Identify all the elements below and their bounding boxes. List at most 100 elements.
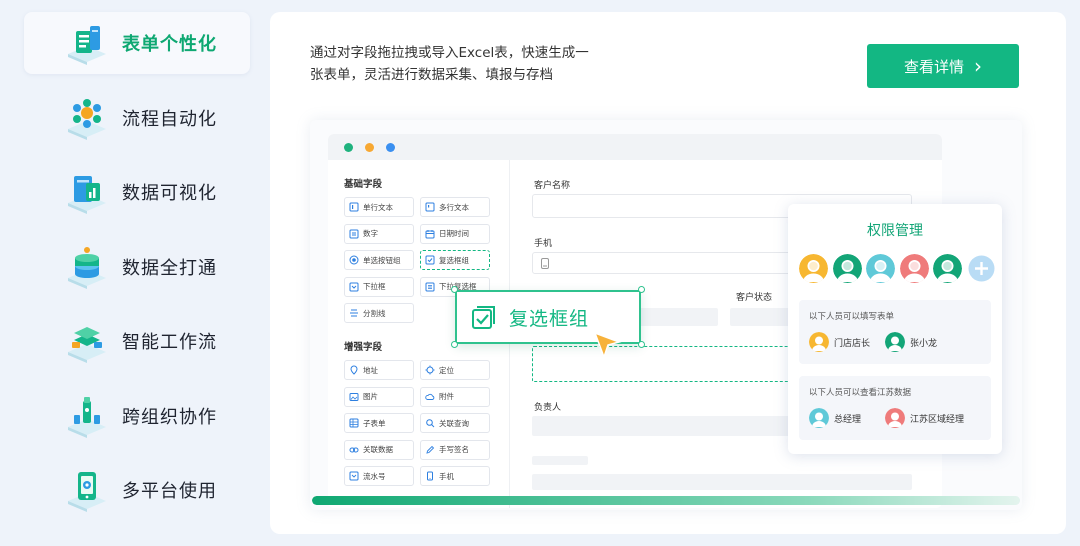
serial-icon [349,471,359,481]
link-search-icon [425,418,435,428]
avatar[interactable] [899,254,929,283]
avatar [809,408,829,428]
field-chip-single-line[interactable]: 单行文本 [344,197,414,217]
permission-panel: 权限管理 以下人员可以填写表单 门店店长 张小龙 以下人员可以查看江苏数据 总经… [788,204,1002,454]
chip-label: 定位 [439,365,454,375]
resize-handle[interactable] [638,341,645,348]
field-chip-attachment[interactable]: 附件 [420,386,490,407]
permission-group-fill: 以下人员可以填写表单 门店店长 张小龙 [799,300,991,364]
view-details-label: 查看详情 [903,57,964,76]
avatar[interactable] [933,254,962,283]
chip-label: 子表单 [363,418,386,428]
person-jiangsu-manager: 江苏区域经理 [885,408,964,428]
number-icon [349,229,359,239]
dropdown-icon [349,282,359,292]
location-pin-icon [349,365,359,375]
person-name: 张小龙 [910,338,938,349]
field-chip-address[interactable]: 地址 [344,360,414,380]
avatar [809,332,829,352]
nav-item-workflow-automation[interactable]: 流程自动化 [24,87,250,149]
description-line: 张表单，灵活进行数据采集、填报与存档 [310,67,553,83]
resize-handle[interactable] [451,341,458,348]
chip-label: 下拉框 [363,282,386,291]
nav-item-cross-org-collaboration[interactable]: 跨组织协作 [24,385,250,447]
field-chip-mobile[interactable]: 手机 [420,466,490,486]
field-placeholder [628,308,718,326]
chart-icon [68,176,106,214]
chip-label: 地址 [363,365,378,375]
cursor-icon [593,331,622,360]
field-chip-linked-query[interactable]: 关联查询 [420,413,490,433]
phone-label: 手机 [534,239,553,249]
field-chip-geolocation[interactable]: 定位 [420,360,490,380]
nav-label: 表单个性化 [122,34,217,55]
avatar[interactable] [799,254,828,283]
avatar[interactable] [832,254,862,283]
phone-icon [425,471,435,481]
field-chip-linked-data[interactable]: 关联数据 [344,439,414,460]
chip-label: 数字 [363,229,378,238]
field-chip-signature[interactable]: 手写签名 [420,439,490,460]
radio-icon [349,255,359,265]
progress-fill [312,496,1020,505]
nav-item-multi-platform[interactable]: 多平台使用 [24,459,250,521]
checkbox-icon [425,255,435,265]
chip-label: 复选框组 [439,255,469,265]
chip-label: 多行文本 [439,202,469,212]
chip-label: 单行文本 [363,202,393,212]
chip-label: 关联查询 [439,418,469,428]
nav-item-form-personalization[interactable]: 表单个性化 [24,12,250,74]
form-icon [68,26,106,65]
field-placeholder [532,456,588,465]
chip-label: 附件 [439,392,454,401]
progress-bar [312,496,1020,505]
nav-item-data-integration[interactable]: 数据全打通 [24,236,250,298]
avatar [885,332,905,352]
avatar-row [799,254,996,283]
field-chip-subform[interactable]: 子表单 [344,413,414,433]
person-name: 门店店长 [834,338,871,349]
textarea-icon [425,202,435,212]
field-chip-multi-line[interactable]: 多行文本 [420,197,490,217]
nav-label: 多平台使用 [122,481,217,502]
phone-icon [541,258,549,269]
advanced-fields-grid: 地址 定位 图片 附件 子表单 关联查询 关联数据 手写签名 流水号 手机 [344,360,509,486]
nav-item-data-visualization[interactable]: 数据可视化 [24,161,250,223]
cloud-upload-icon [425,392,435,402]
chip-label: 分割线 [363,308,386,318]
window-dot-orange [365,142,374,152]
chip-label: 手写签名 [439,445,469,454]
crosshair-icon [425,365,435,375]
link-icon [349,445,359,455]
checkbox-icon [472,306,495,329]
view-details-button[interactable]: 查看详情 › [867,44,1019,88]
field-chip-divider[interactable]: 分割线 [344,303,414,323]
nav-item-smart-workflow[interactable]: 智能工作流 [24,310,250,372]
multi-platform-icon [68,472,106,512]
permission-group-view: 以下人员可以查看江苏数据 总经理 江苏区域经理 [799,376,991,440]
person-name: 总经理 [834,414,862,425]
image-icon [349,392,359,402]
field-chip-number[interactable]: 数字 [344,223,414,244]
field-chip-checkbox-group[interactable]: 复选框组 [420,250,490,270]
table-icon [349,418,359,428]
add-member-icon[interactable] [967,254,996,283]
field-chip-dropdown[interactable]: 下拉框 [344,276,414,297]
basic-fields-title: 基础字段 [344,179,383,190]
text-icon [349,202,359,212]
customer-name-label: 客户名称 [534,181,571,191]
avatar[interactable] [866,254,895,283]
resize-handle[interactable] [451,286,458,293]
field-chip-serial-number[interactable]: 流水号 [344,466,414,486]
feature-description: 通过对字段拖拉拽或导入Excel表，快速生成一 张表单，灵活进行数据采集、填报与… [310,42,640,86]
resize-handle[interactable] [638,286,645,293]
calendar-icon [425,229,435,239]
nav-label: 流程自动化 [122,108,217,130]
field-chip-datetime[interactable]: 日期时间 [420,223,490,244]
nav-label: 数据全打通 [122,257,217,279]
chip-label: 流水号 [363,471,386,481]
field-chip-image[interactable]: 图片 [344,386,414,407]
nav-label: 智能工作流 [122,332,217,353]
chip-label: 单选按钮组 [363,255,401,265]
field-chip-radio-group[interactable]: 单选按钮组 [344,250,414,270]
